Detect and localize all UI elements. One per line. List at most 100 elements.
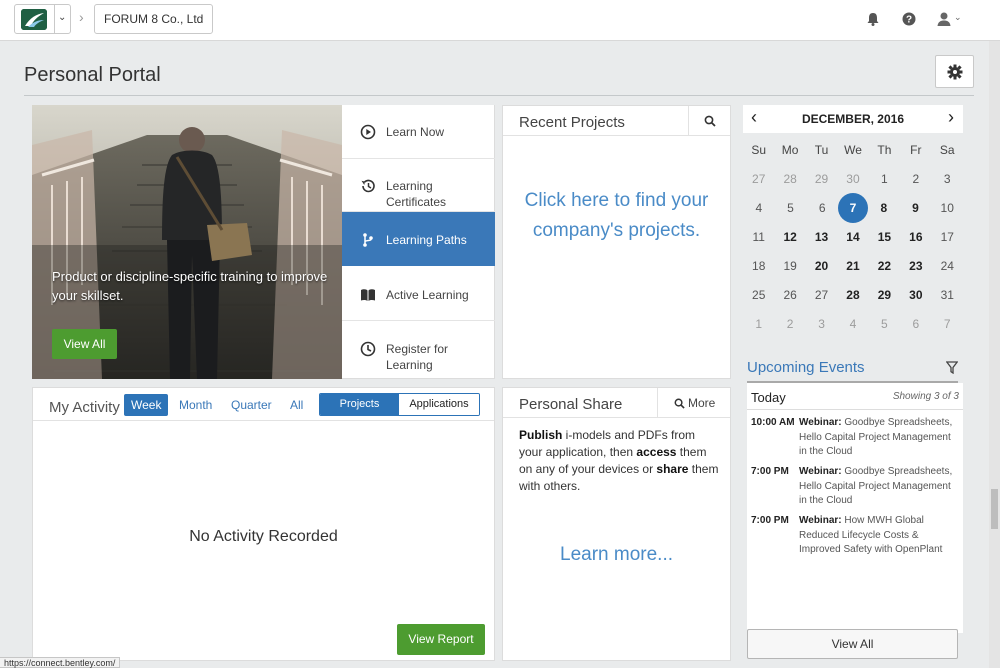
calendar-day[interactable]: 5 <box>869 311 900 340</box>
calendar-day[interactable]: 28 <box>774 166 805 195</box>
search-projects-button[interactable] <box>688 106 730 136</box>
calendar-day[interactable]: 4 <box>837 311 868 340</box>
bell-icon[interactable] <box>865 11 881 27</box>
panel-title: Recent Projects <box>519 114 625 131</box>
calendar-day[interactable]: 27 <box>806 282 837 311</box>
weekday-label: Su <box>751 143 767 157</box>
calendar-day[interactable]: 4 <box>743 195 775 224</box>
view-report-button[interactable]: View Report <box>397 624 485 655</box>
menu-item-learn-now[interactable]: Learn Now <box>342 105 495 159</box>
settings-button[interactable] <box>935 55 974 88</box>
filter-icon[interactable] <box>946 361 958 374</box>
weekday-header: Su Mo Tu We Th Fr Sa <box>743 137 963 166</box>
more-button[interactable]: More <box>657 388 730 418</box>
calendar-day[interactable]: 30 <box>837 166 868 195</box>
event-description: Webinar: How MWH Global Reduced Lifecycl… <box>799 514 961 558</box>
divider <box>54 5 55 33</box>
calendar-day[interactable]: 27 <box>743 166 774 195</box>
bold-text: access <box>636 445 677 459</box>
help-icon[interactable]: ? <box>901 11 917 27</box>
more-label: More <box>688 396 716 410</box>
bold-text: Publish <box>519 428 563 442</box>
title-divider <box>24 95 974 96</box>
calendar-day[interactable]: 22 <box>869 253 900 282</box>
calendar-day[interactable]: 12 <box>774 224 805 253</box>
segment-applications[interactable]: Applications <box>399 394 479 415</box>
calendar-day[interactable]: 1 <box>869 166 900 195</box>
calendar-day[interactable]: 18 <box>743 253 774 282</box>
find-projects-link[interactable]: Click here to find your company's projec… <box>503 186 730 246</box>
panel-header: Personal Share More <box>503 388 730 418</box>
calendar-day[interactable]: 7 <box>932 311 963 340</box>
organization-breadcrumb[interactable]: FORUM 8 Co., Ltd <box>94 4 214 34</box>
status-bar-url: https://connect.bentley.com/ <box>0 657 121 668</box>
user-menu-chevron-icon[interactable]: ⌄ <box>954 12 962 23</box>
event-description: Webinar: Goodbye Spreadsheets, Hello Cap… <box>799 465 961 509</box>
event-kind: Webinar: <box>799 466 842 477</box>
bold-text: share <box>656 462 689 476</box>
calendar-day[interactable]: 26 <box>774 282 805 311</box>
calendar-day[interactable]: 2 <box>774 311 805 340</box>
calendar-day[interactable]: 28 <box>837 282 868 311</box>
calendar-day[interactable]: 14 <box>837 224 868 253</box>
calendar-day[interactable]: 29 <box>869 282 900 311</box>
calendar-day[interactable]: 11 <box>743 224 774 253</box>
calendar-day[interactable]: 30 <box>900 282 931 311</box>
calendar-day[interactable]: 29 <box>806 166 837 195</box>
next-month-icon[interactable]: › <box>948 107 954 128</box>
search-icon <box>674 398 685 409</box>
calendar-day[interactable]: 24 <box>932 253 963 282</box>
calendar-day[interactable]: 6 <box>900 311 931 340</box>
learn-more-link[interactable]: Learn more... <box>503 544 730 566</box>
calendar-day[interactable]: 23 <box>900 253 931 282</box>
calendar-day[interactable]: 19 <box>774 253 805 282</box>
menu-item-register-for-learning[interactable]: Register for Learning <box>342 321 495 379</box>
event-time: 7:00 PM <box>751 515 789 526</box>
menu-item-label: Learn Now <box>386 125 445 139</box>
events-view-all-button[interactable]: View All <box>747 629 958 659</box>
event-description: Webinar: Goodbye Spreadsheets, Hello Cap… <box>799 416 961 460</box>
hero-text: Product or discipline-specific training … <box>52 269 328 303</box>
calendar-day[interactable]: 5 <box>775 195 807 224</box>
menu-item-active-learning[interactable]: Active Learning <box>342 266 495 321</box>
tab-quarter[interactable]: Quarter <box>231 394 272 416</box>
personal-share-description: Publish i-models and PDFs from your appl… <box>519 427 719 495</box>
calendar-day[interactable]: 6 <box>806 195 838 224</box>
user-icon[interactable] <box>936 11 952 27</box>
calendar-day[interactable]: 3 <box>932 166 963 195</box>
calendar-day-today[interactable]: 7 <box>838 193 869 223</box>
calendar-day[interactable]: 15 <box>869 224 900 253</box>
calendar-day[interactable]: 9 <box>900 195 932 224</box>
calendar-day[interactable]: 8 <box>868 195 900 224</box>
calendar-day[interactable]: 13 <box>806 224 837 253</box>
calendar-day[interactable]: 16 <box>900 224 931 253</box>
calendar-day[interactable]: 25 <box>743 282 774 311</box>
scrollbar-thumb[interactable] <box>991 489 998 529</box>
calendar-week-row: 11 12 13 14 15 16 17 <box>743 224 963 253</box>
menu-item-learning-certificates[interactable]: Learning Certificates <box>342 159 495 212</box>
calendar-day[interactable]: 1 <box>743 311 774 340</box>
panel-title: Personal Share <box>519 396 623 413</box>
calendar-week-row: 25 26 27 28 29 30 31 <box>743 282 963 311</box>
page-scrollbar[interactable] <box>989 41 1000 668</box>
top-bar: ⌄ › FORUM 8 Co., Ltd ? ⌄ <box>0 0 1000 41</box>
calendar-day[interactable]: 3 <box>806 311 837 340</box>
calendar-day[interactable]: 2 <box>900 166 931 195</box>
calendar-day[interactable]: 21 <box>837 253 868 282</box>
menu-item-label: Learning Paths <box>386 233 467 247</box>
menu-item-learning-paths[interactable]: Learning Paths <box>342 212 495 266</box>
page-title: Personal Portal <box>24 64 161 86</box>
tab-all[interactable]: All <box>290 394 303 416</box>
learning-view-all-button[interactable]: View All <box>52 329 117 359</box>
segment-projects[interactable]: Projects <box>320 394 399 415</box>
calendar-day[interactable]: 31 <box>932 282 963 311</box>
calendar-day[interactable]: 10 <box>931 195 963 224</box>
calendar-week-row: 4 5 6 7 8 9 10 <box>743 193 963 224</box>
tab-month[interactable]: Month <box>179 394 212 416</box>
weekday-label: Th <box>877 143 892 157</box>
calendar-day[interactable]: 20 <box>806 253 837 282</box>
recent-projects-panel: Recent Projects Click here to find your … <box>502 105 731 379</box>
calendar-day[interactable]: 17 <box>932 224 963 253</box>
app-switcher-button[interactable]: ⌄ <box>14 4 71 34</box>
tab-week[interactable]: Week <box>124 394 169 416</box>
